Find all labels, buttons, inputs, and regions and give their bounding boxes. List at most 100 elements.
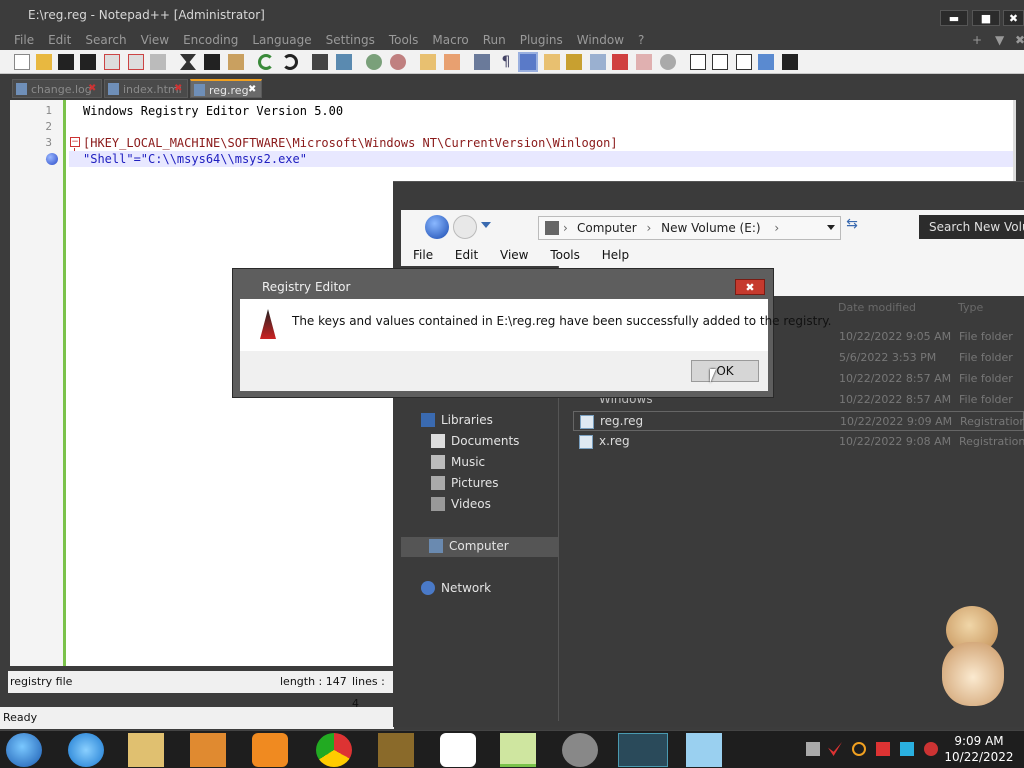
back-arrow-icon[interactable] xyxy=(425,215,449,239)
close-all-icon[interactable] xyxy=(128,54,144,70)
zoom-out-icon[interactable] xyxy=(390,54,406,70)
menu-tools[interactable]: Tools xyxy=(389,30,419,50)
tab-close-icon[interactable]: ✖ xyxy=(248,85,258,95)
menu-run[interactable]: Run xyxy=(483,30,506,50)
function-list-icon[interactable] xyxy=(590,54,606,70)
close-button[interactable]: ✖ xyxy=(1003,10,1024,26)
gom-player-icon[interactable] xyxy=(378,733,414,767)
film-reel-icon[interactable] xyxy=(562,733,598,767)
new-file-icon[interactable] xyxy=(14,54,30,70)
cut-icon[interactable] xyxy=(180,54,196,70)
refresh-icon[interactable]: ⇆ xyxy=(842,216,862,236)
maximize-button[interactable]: ■ xyxy=(972,10,1000,26)
address-bar[interactable]: › Computer › New Volume (E:) › xyxy=(538,216,841,240)
stop-macro-icon[interactable] xyxy=(712,54,728,70)
file-explorer-icon[interactable] xyxy=(128,733,164,767)
notepad-taskbar-icon[interactable] xyxy=(686,733,722,767)
history-dropdown-icon[interactable] xyxy=(481,222,491,228)
chrome-icon[interactable] xyxy=(316,733,352,767)
folder-workspace-icon[interactable] xyxy=(612,54,628,70)
menu-help[interactable]: ? xyxy=(638,30,644,50)
close-file-icon[interactable] xyxy=(104,54,120,70)
start-orb-icon[interactable] xyxy=(6,733,42,767)
nav-documents[interactable]: Documents xyxy=(431,432,519,450)
explorer-menu-view[interactable]: View xyxy=(500,248,528,262)
sync-horizontal-icon[interactable] xyxy=(444,54,460,70)
minimize-button[interactable]: ▬ xyxy=(940,10,968,26)
zoom-in-icon[interactable] xyxy=(366,54,382,70)
menu-edit[interactable]: Edit xyxy=(48,30,71,50)
fold-minus-icon[interactable]: − xyxy=(70,137,80,147)
clock[interactable]: 9:09 AM 10/22/2022 xyxy=(936,733,1022,765)
tray-search-icon[interactable] xyxy=(852,742,866,756)
nav-libraries[interactable]: Libraries xyxy=(421,411,493,429)
file-row-x-reg[interactable]: x.reg 10/22/2022 9:08 AM Registration xyxy=(573,432,1024,452)
tab-reg-reg[interactable]: reg.reg ✖ xyxy=(190,79,262,98)
nav-music[interactable]: Music xyxy=(431,453,485,471)
print-icon[interactable] xyxy=(150,54,166,70)
replace-icon[interactable] xyxy=(336,54,352,70)
nav-network[interactable]: Network xyxy=(421,579,491,597)
menu-plugins[interactable]: Plugins xyxy=(520,30,563,50)
breadcrumb-new-volume[interactable]: New Volume (E:) xyxy=(661,221,760,235)
redo-icon[interactable] xyxy=(282,54,298,70)
forward-arrow-icon[interactable] xyxy=(453,215,477,239)
play-macro-icon[interactable] xyxy=(736,54,752,70)
explorer-menu-file[interactable]: File xyxy=(413,248,433,262)
nav-computer[interactable]: Computer xyxy=(401,537,558,557)
menu-settings[interactable]: Settings xyxy=(326,30,375,50)
menu-view[interactable]: View xyxy=(141,30,169,50)
hamster-mascot[interactable] xyxy=(938,606,1008,708)
menu-dropdown-button[interactable]: ▼ xyxy=(995,30,1004,50)
save-all-icon[interactable] xyxy=(80,54,96,70)
menu-window[interactable]: Window xyxy=(577,30,624,50)
tab-close-icon[interactable]: ✖ xyxy=(88,84,98,94)
tray-monitor-icon[interactable] xyxy=(900,742,914,756)
address-dropdown-icon[interactable] xyxy=(827,225,835,230)
internet-explorer-icon[interactable] xyxy=(68,733,104,767)
doc-map-icon[interactable] xyxy=(566,54,582,70)
nav-videos[interactable]: Videos xyxy=(431,495,491,513)
tray-app-icon[interactable] xyxy=(806,742,820,756)
menu-search[interactable]: Search xyxy=(85,30,126,50)
menu-plus-button[interactable]: + xyxy=(972,30,982,50)
menu-encoding[interactable]: Encoding xyxy=(183,30,238,50)
record-macro-icon[interactable] xyxy=(690,54,706,70)
menu-file[interactable]: File xyxy=(14,30,34,50)
search-box[interactable]: Search New Volume (E:) xyxy=(919,215,1024,239)
tab-change-log[interactable]: change.log ✖ xyxy=(12,79,102,98)
breadcrumb-computer[interactable]: Computer xyxy=(577,221,637,235)
monitoring-icon[interactable] xyxy=(636,54,652,70)
column-type[interactable]: Type xyxy=(958,301,983,314)
udl-icon[interactable] xyxy=(544,54,560,70)
explorer-menu-edit[interactable]: Edit xyxy=(455,248,478,262)
copy-icon[interactable] xyxy=(204,54,220,70)
ok-button[interactable]: OK xyxy=(691,360,759,382)
column-date-modified[interactable]: Date modified xyxy=(838,301,916,314)
tab-index-html[interactable]: index.html ✖ xyxy=(104,79,188,98)
save-macro-icon[interactable] xyxy=(782,54,798,70)
eye-icon[interactable] xyxy=(660,54,676,70)
registry-editor-taskbar-icon[interactable] xyxy=(618,733,668,767)
undo-icon[interactable] xyxy=(258,54,274,70)
open-file-icon[interactable] xyxy=(36,54,52,70)
indent-guide-icon[interactable] xyxy=(518,52,538,72)
bookmark-icon[interactable] xyxy=(46,153,58,165)
tab-close-icon[interactable]: ✖ xyxy=(174,84,184,94)
explorer-menu-help[interactable]: Help xyxy=(602,248,629,262)
tray-flag-icon[interactable] xyxy=(876,742,890,756)
save-icon[interactable] xyxy=(58,54,74,70)
file-row-reg-reg[interactable]: reg.reg 10/22/2022 9:09 AM Registration xyxy=(573,411,1024,431)
word-wrap-icon[interactable] xyxy=(474,54,490,70)
menu-language[interactable]: Language xyxy=(252,30,311,50)
dialog-close-button[interactable]: ✖ xyxy=(735,279,765,295)
run-macro-multiple-icon[interactable] xyxy=(758,54,774,70)
explorer-menu-tools[interactable]: Tools xyxy=(550,248,580,262)
uc-browser-icon[interactable] xyxy=(252,733,288,767)
media-player-icon[interactable] xyxy=(190,733,226,767)
paste-icon[interactable] xyxy=(228,54,244,70)
find-icon[interactable] xyxy=(312,54,328,70)
menu-macro[interactable]: Macro xyxy=(432,30,468,50)
show-all-chars-icon[interactable]: ¶ xyxy=(498,54,514,70)
stopwatch-icon[interactable] xyxy=(440,733,476,767)
